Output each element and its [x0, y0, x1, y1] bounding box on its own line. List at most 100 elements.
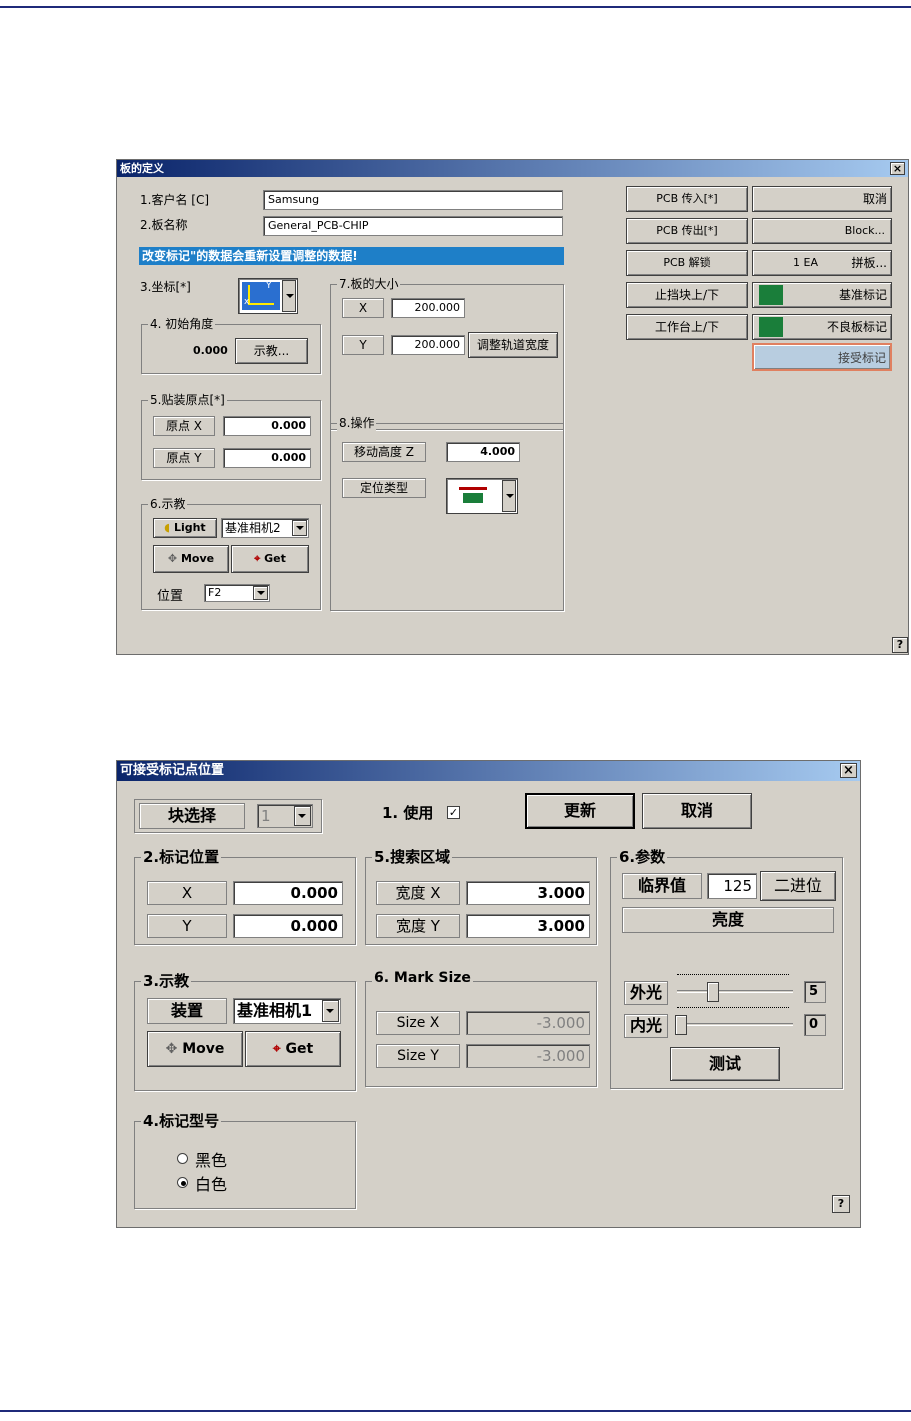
pcb-unlock-button[interactable]: PCB 解锁	[626, 250, 748, 276]
inner-light-thumb[interactable]	[675, 1015, 687, 1035]
binary-button[interactable]: 二进位	[760, 871, 836, 901]
mark-position-group-title: 2.标记位置	[141, 846, 222, 867]
move-arrows-icon: ✥	[165, 1041, 178, 1057]
position-select[interactable]: F2	[204, 584, 270, 602]
angle-group-title: 4. 初始角度	[148, 315, 216, 332]
move-height-input[interactable]: 4.000	[446, 442, 520, 462]
move-button-label: Move	[180, 552, 215, 565]
width-y-label: 宽度 Y	[376, 914, 460, 938]
board-size-group-title: 7.板的大小	[337, 275, 401, 292]
board-definition-dialog: 板的定义 × 1.客户名 [C] Samsung 2.板名称 General_P…	[116, 159, 909, 655]
board-name-label: 2.板名称	[140, 218, 188, 232]
fiducial-mark-button[interactable]: 基准标记	[752, 282, 892, 308]
get-button[interactable]: ⌖ Get	[231, 545, 309, 573]
outer-light-slider[interactable]	[675, 974, 795, 1002]
close-button[interactable]: ×	[890, 162, 905, 175]
help-button[interactable]: ?	[832, 1195, 850, 1213]
axis-icon: Y x	[242, 281, 280, 310]
block-button[interactable]: Block...	[752, 218, 892, 244]
block-dropdown-arrow[interactable]	[294, 806, 311, 826]
coord-select[interactable]: Y x	[238, 278, 298, 314]
device-dropdown-arrow[interactable]	[322, 1000, 339, 1022]
warning-banner: 改变标记"的数据会重新设置调整的数据!	[139, 247, 564, 265]
bottom-rule	[0, 1410, 911, 1412]
use-checkbox[interactable]: ✓	[447, 806, 460, 819]
light-button[interactable]: ◖ Light	[153, 518, 217, 538]
test-button[interactable]: 测试	[670, 1047, 780, 1081]
stopper-button[interactable]: 止挡块上/下	[626, 282, 748, 308]
x-label: X	[147, 881, 227, 905]
customer-label: 1.客户名 [C]	[140, 193, 210, 207]
crosshair-icon: ⌖	[272, 1041, 281, 1057]
operation-group-title: 8.操作	[337, 414, 377, 431]
x-input[interactable]: 0.000	[233, 881, 343, 905]
cancel-button[interactable]: 取消	[642, 793, 752, 829]
y-input[interactable]: 0.000	[233, 914, 343, 938]
bad-board-mark-button[interactable]: 不良板标记	[752, 314, 892, 340]
adjust-rail-width-button[interactable]: 调整轨道宽度	[468, 332, 558, 358]
size-x-label: X	[342, 298, 384, 318]
customer-input[interactable]: Samsung	[263, 190, 563, 210]
move-button-label: Move	[182, 1041, 225, 1057]
coord-dropdown-arrow[interactable]	[282, 280, 296, 312]
fiducial-mark-label: 基准标记	[838, 288, 887, 302]
size-y-input[interactable]: 200.000	[391, 335, 465, 355]
white-radio[interactable]	[177, 1177, 188, 1188]
device-select-value: 基准相机1	[237, 1001, 313, 1020]
update-button[interactable]: 更新	[525, 793, 635, 829]
camera-select[interactable]: 基准相机2	[221, 518, 309, 538]
move-arrows-icon: ✥	[167, 552, 178, 565]
cancel-button[interactable]: 取消	[752, 186, 892, 212]
move-button[interactable]: ✥ Move	[147, 1031, 243, 1067]
board-icon	[759, 317, 783, 337]
black-radio[interactable]	[177, 1153, 188, 1164]
parameters-group-title: 6.参数	[617, 846, 668, 867]
width-y-input[interactable]: 3.000	[466, 914, 590, 938]
outer-light-thumb[interactable]	[707, 982, 719, 1002]
warning-text: 改变标记"的数据会重新设置调整的数据!	[142, 249, 358, 263]
position-dropdown-arrow[interactable]	[253, 586, 268, 600]
y-label: Y	[147, 914, 227, 938]
origin-group: 5.贴装原点[*]	[141, 391, 321, 480]
light-button-label: Light	[173, 521, 206, 534]
pcb-out-button[interactable]: PCB 传出[*]	[626, 218, 748, 244]
mark-size-group-title: 6. Mark Size	[372, 970, 473, 986]
ea-count: 1 EA	[793, 256, 818, 269]
locate-type-label: 定位类型	[342, 478, 426, 498]
device-select[interactable]: 基准相机1	[233, 998, 341, 1024]
accept-mark-button[interactable]: 接受标记	[752, 343, 892, 371]
coord-label: 3.坐标[*]	[140, 280, 191, 294]
white-label: 白色	[195, 1175, 228, 1194]
get-button-label: Get	[285, 1041, 314, 1057]
teach-group-title: 3.示教	[141, 970, 192, 991]
move-button[interactable]: ✥ Move	[153, 545, 229, 573]
help-button[interactable]: ?	[892, 637, 908, 653]
camera-dropdown-arrow[interactable]	[292, 520, 307, 536]
board-name-input[interactable]: General_PCB-CHIP	[263, 216, 563, 236]
locate-type-dropdown-arrow[interactable]	[502, 480, 516, 512]
inner-light-value: 0	[804, 1014, 826, 1036]
width-x-input[interactable]: 3.000	[466, 881, 590, 905]
table-updown-button[interactable]: 工作台上/下	[626, 314, 748, 340]
locate-type-select[interactable]	[446, 478, 518, 514]
size-x-input[interactable]: 200.000	[391, 298, 465, 318]
origin-x-input[interactable]: 0.000	[223, 416, 311, 436]
close-button[interactable]: ×	[840, 763, 857, 778]
board-icon	[759, 285, 783, 305]
panel-button[interactable]: 1 EA 拼板...	[752, 250, 892, 276]
camera-select-value: 基准相机2	[225, 521, 281, 535]
angle-teach-button[interactable]: 示教...	[235, 338, 308, 364]
block-select[interactable]: 1	[257, 804, 313, 828]
use-label: 1. 使用	[382, 804, 434, 822]
inner-light-slider[interactable]	[675, 1007, 795, 1035]
block-button-label: Block...	[844, 224, 885, 237]
outer-light-value: 5	[804, 981, 826, 1003]
get-button[interactable]: ⌖ Get	[245, 1031, 341, 1067]
pcb-in-button[interactable]: PCB 传入[*]	[626, 186, 748, 212]
bulb-icon: ◖	[164, 521, 171, 534]
size-x-input: -3.000	[466, 1011, 590, 1035]
threshold-input[interactable]: 125	[707, 873, 757, 899]
brightness-label: 亮度	[622, 907, 834, 933]
origin-y-input[interactable]: 0.000	[223, 448, 311, 468]
search-area-group-title: 5.搜索区域	[372, 846, 453, 867]
